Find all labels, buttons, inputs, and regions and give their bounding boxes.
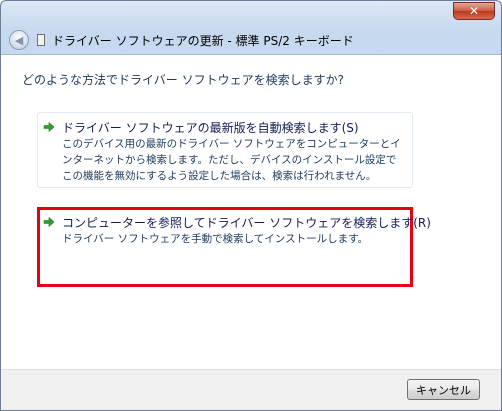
dialog-footer: キャンセル (1, 369, 501, 410)
title-bar: ✕ ◀ ドライバー ソフトウェアの更新 - 標準 PS/2 キーボード (1, 1, 501, 53)
green-arrow-icon (43, 216, 55, 228)
cancel-button[interactable]: キャンセル (407, 379, 480, 400)
device-icon (37, 34, 45, 46)
option-auto-search-description: このデバイス用の最新のドライバー ソフトウェアをコンピューターとインターネットか… (62, 138, 401, 182)
option-browse-computer[interactable]: コンピューターを参照してドライバー ソフトウェアを検索します(R) ドライバー … (37, 207, 431, 287)
close-icon: ✕ (468, 4, 480, 18)
page-question: どのような方法でドライバー ソフトウェアを検索しますか? (22, 73, 344, 87)
back-arrow-icon: ◀ (14, 33, 24, 47)
option-auto-search-title: ドライバー ソフトウェアの最新版を自動検索します(S) (62, 121, 359, 135)
wizard-content: どのような方法でドライバー ソフトウェアを検索しますか? ドライバー ソフトウェ… (1, 54, 501, 369)
green-arrow-icon (43, 121, 55, 133)
close-button[interactable]: ✕ (453, 2, 495, 20)
option-auto-search[interactable]: ドライバー ソフトウェアの最新版を自動検索します(S) このデバイス用の最新のド… (37, 112, 413, 188)
option-browse-computer-description: ドライバー ソフトウェアを手動で検索してインストールします。 (62, 233, 369, 245)
option-browse-computer-title: コンピューターを参照してドライバー ソフトウェアを検索します(R) (62, 216, 431, 230)
back-button[interactable]: ◀ (9, 30, 29, 50)
dialog-window: ✕ ◀ ドライバー ソフトウェアの更新 - 標準 PS/2 キーボード どのよう… (0, 0, 502, 411)
window-title: ドライバー ソフトウェアの更新 - 標準 PS/2 キーボード (52, 34, 354, 48)
